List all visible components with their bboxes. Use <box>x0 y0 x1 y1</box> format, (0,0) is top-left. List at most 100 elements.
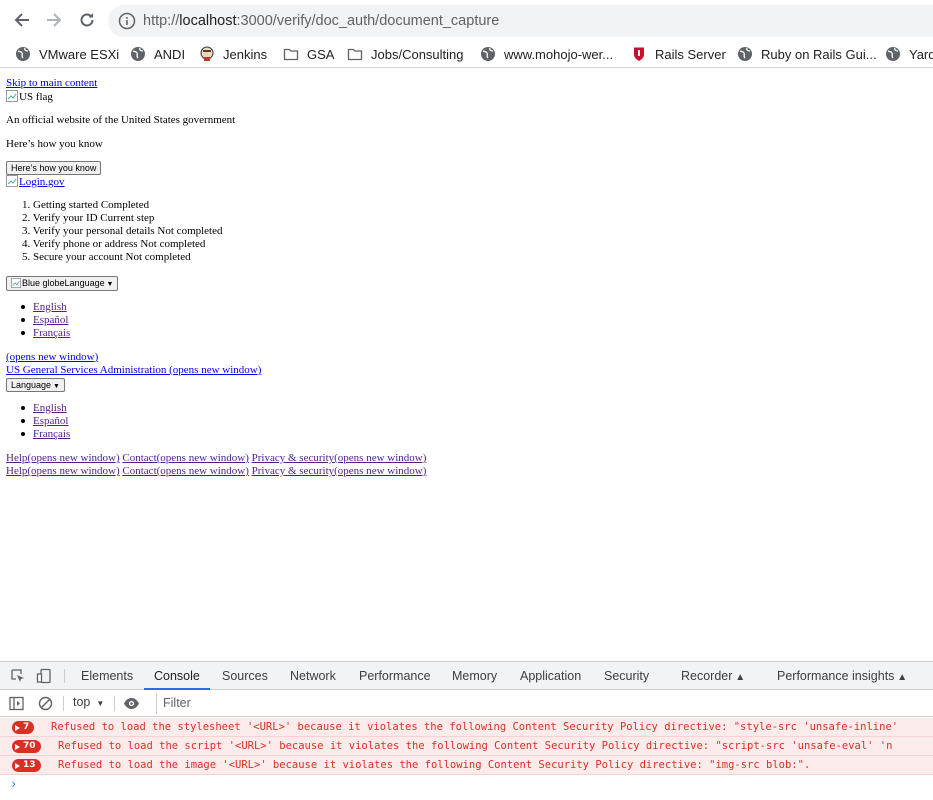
devtools-panel: Elements Console Sources Network Perform… <box>0 661 933 800</box>
sidebar-toggle-icon[interactable] <box>9 696 24 711</box>
tab-recorder[interactable]: Recorder ▲ <box>681 662 745 690</box>
url-host: localhost <box>179 13 237 29</box>
language-label: Language <box>11 380 52 390</box>
language-link-espanol[interactable]: Español <box>33 415 68 428</box>
list-bullet <box>21 318 25 322</box>
bookmark-jenkins[interactable]: Jenkins <box>199 44 267 64</box>
tab-sources[interactable]: Sources <box>222 662 268 690</box>
step-item: 3. Verify your personal details Not comp… <box>22 225 223 237</box>
tab-application[interactable]: Application <box>520 662 581 690</box>
official-website-text: An official website of the United States… <box>6 114 236 126</box>
login-gov-alt: Login.gov <box>19 176 65 188</box>
language-link-francais[interactable]: Français <box>33 428 70 441</box>
console-filter-bar: top ▼ Filter <box>0 690 933 717</box>
language-button-footer[interactable]: Language ▼ <box>6 378 65 392</box>
bookmark-andi[interactable]: ANDI <box>130 44 185 64</box>
error-count-badge[interactable]: 70 <box>12 740 41 753</box>
info-icon[interactable] <box>118 12 136 30</box>
tab-performance-insights-label: Performance insights <box>777 669 895 683</box>
back-button[interactable] <box>11 9 33 31</box>
arrow-left-icon <box>14 13 29 27</box>
help-link[interactable]: Help(opens new window) <box>6 465 120 477</box>
browser-toolbar: http://localhost:3000/verify/doc_auth/do… <box>0 0 933 40</box>
tab-performance-insights[interactable]: Performance insights ▲ <box>777 662 907 690</box>
error-count-badge[interactable]: 7 <box>12 721 35 734</box>
context-selector[interactable]: top ▼ <box>73 695 104 709</box>
bookmark-label: Jenkins <box>223 46 268 62</box>
language-link-francais[interactable]: Français <box>33 327 70 340</box>
url-text[interactable]: http://localhost:3000/verify/doc_auth/do… <box>143 12 499 30</box>
toolbar-divider <box>64 669 65 683</box>
contact-link[interactable]: Contact(opens new window) <box>122 452 248 464</box>
footer-links-row: Help(opens new window) Contact(opens new… <box>6 452 426 465</box>
how-you-know-text: Here’s how you know <box>6 138 103 150</box>
expand-triangle-icon <box>15 724 20 731</box>
inspect-element-icon[interactable] <box>10 668 26 684</box>
tab-performance[interactable]: Performance <box>359 662 431 690</box>
step-item: 1. Getting started Completed <box>22 199 150 211</box>
footer-links-row: Help(opens new window) Contact(opens new… <box>6 465 426 478</box>
us-flag-image: US flag <box>6 90 53 104</box>
experiment-flask-icon: ▲ <box>732 672 746 683</box>
broken-image-icon <box>6 175 18 187</box>
url-path: :3000/verify/doc_auth/document_capture <box>236 13 500 29</box>
tab-elements[interactable]: Elements <box>81 662 133 690</box>
language-button-header[interactable]: Blue globeLanguage ▼ <box>6 276 119 291</box>
url-scheme: http:// <box>143 13 180 29</box>
step-item: 2. Verify your ID Current step <box>22 212 155 224</box>
caret-down-icon: ▼ <box>51 383 60 390</box>
bookmark-label: ANDI <box>154 46 186 62</box>
us-flag-alt: US flag <box>19 91 53 103</box>
tab-security[interactable]: Security <box>604 662 649 690</box>
folder-icon <box>347 48 363 61</box>
language-link-espanol[interactable]: Español <box>33 314 68 327</box>
shield-icon <box>634 47 644 61</box>
language-link-english[interactable]: English <box>33 402 67 415</box>
bookmark-label: www.mohojo-wer... <box>504 46 614 62</box>
bookmarks-bar: VMware ESXi ANDI Jenkins GSA Jobs/Consul… <box>0 40 933 68</box>
bookmark-folder-gsa[interactable]: GSA <box>283 44 334 64</box>
bookmark-label: VMware ESXi <box>39 46 120 62</box>
caret-down-icon: ▼ <box>96 699 105 708</box>
privacy-security-link[interactable]: Privacy & security(opens new window) <box>252 465 427 477</box>
bookmark-label: Rails Server <box>655 46 726 62</box>
tab-network[interactable]: Network <box>290 662 336 690</box>
skip-to-main-link[interactable]: Skip to main content <box>6 77 97 90</box>
how-you-know-button[interactable]: Here’s how you know <box>6 161 102 175</box>
reload-icon <box>80 13 94 27</box>
tab-console[interactable]: Console <box>144 662 210 690</box>
bookmark-rails-server[interactable]: Rails Server <box>631 44 726 64</box>
login-gov-logo-link[interactable]: Login.gov <box>6 175 65 189</box>
language-link-english[interactable]: English <box>33 301 67 314</box>
tab-memory[interactable]: Memory <box>452 662 497 690</box>
privacy-security-link[interactable]: Privacy & security(opens new window) <box>252 452 427 464</box>
bookmark-folder-jobs[interactable]: Jobs/Consulting <box>347 44 464 64</box>
gsa-link[interactable]: US General Services Administration (open… <box>6 364 261 377</box>
console-error-message[interactable]: 70 Refused to load the script '<URL>' be… <box>0 737 933 756</box>
globe-icon <box>886 47 900 61</box>
console-prompt[interactable]: › <box>10 777 17 791</box>
bookmark-vmware-esxi[interactable]: VMware ESXi <box>15 44 119 64</box>
expand-triangle-icon <box>15 743 20 750</box>
context-label: top <box>73 695 91 709</box>
forward-button[interactable] <box>43 9 65 31</box>
device-toolbar-icon[interactable] <box>36 668 52 684</box>
error-text: Refused to load the script '<URL>' becau… <box>58 740 893 752</box>
console-error-message[interactable]: 7 Refused to load the stylesheet '<URL>'… <box>0 718 933 737</box>
eye-icon[interactable] <box>123 697 140 710</box>
reload-button[interactable] <box>76 9 98 31</box>
bookmark-label: GSA <box>307 46 335 62</box>
address-bar[interactable]: http://localhost:3000/verify/doc_auth/do… <box>108 5 933 37</box>
tab-recorder-label: Recorder <box>681 669 733 683</box>
help-link[interactable]: Help(opens new window) <box>6 452 120 464</box>
bookmark-ruby-on-rails[interactable]: Ruby on Rails Gui... <box>737 44 877 64</box>
console-error-message[interactable]: 13 Refused to load the image '<URL>' bec… <box>0 756 933 775</box>
console-filter-input[interactable]: Filter <box>156 693 933 714</box>
opens-new-window-link[interactable]: (opens new window) <box>6 351 98 364</box>
clear-console-icon[interactable] <box>38 696 53 711</box>
contact-link[interactable]: Contact(opens new window) <box>122 465 248 477</box>
error-count-badge[interactable]: 13 <box>12 759 41 772</box>
bookmark-mohojo[interactable]: www.mohojo-wer... <box>480 44 613 64</box>
bookmark-yard[interactable]: Yard <box>885 44 933 64</box>
blue-globe-alt: Blue globe <box>22 278 65 288</box>
